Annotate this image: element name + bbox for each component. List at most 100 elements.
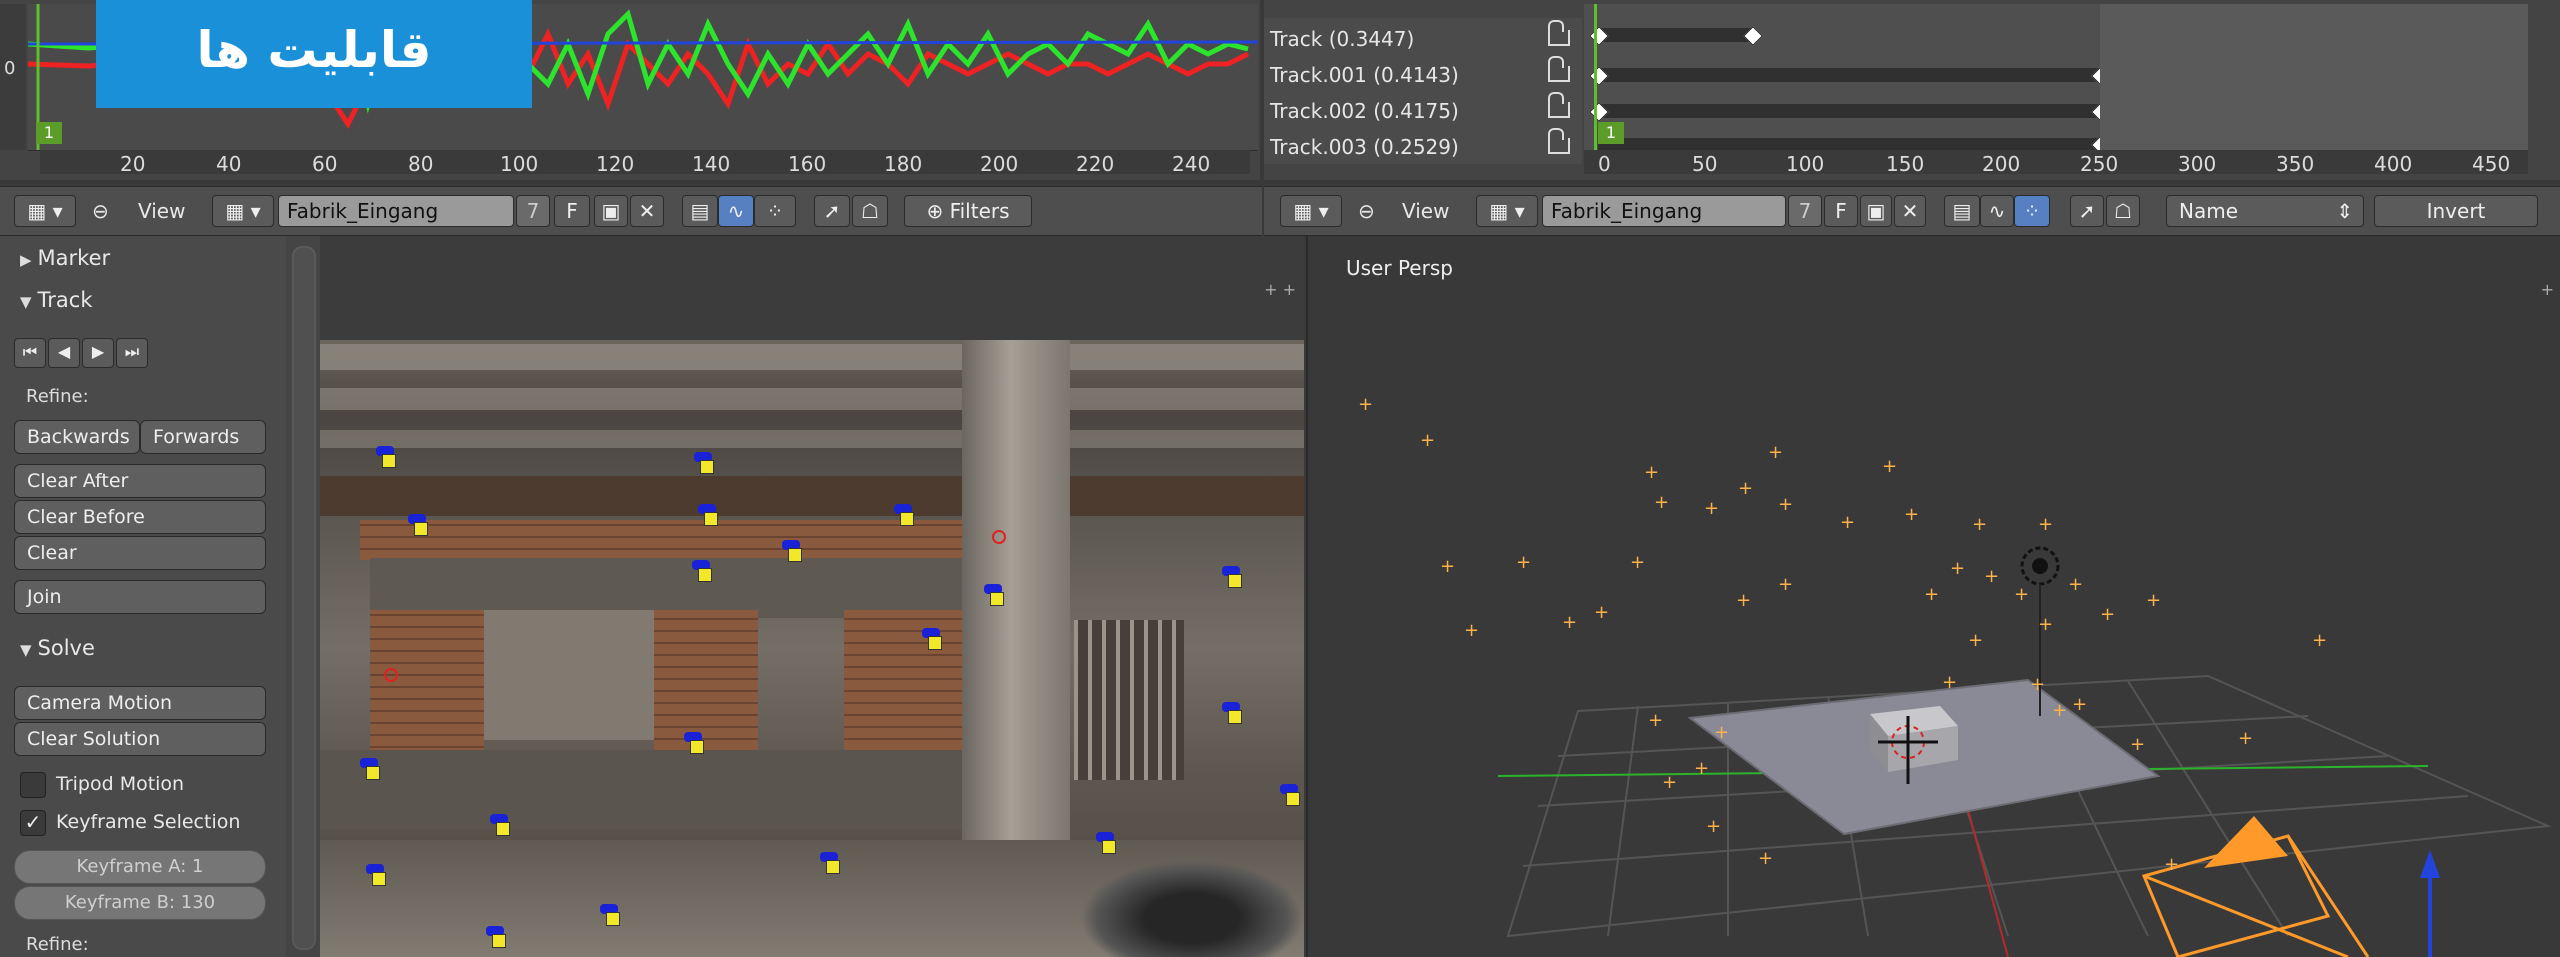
tools-panel-scrollbar[interactable] [286, 236, 320, 957]
refine-forwards-button[interactable]: Forwards [140, 420, 266, 454]
disabled-marker[interactable] [384, 668, 398, 682]
solve-section-header[interactable]: ▼ Solve [0, 630, 286, 666]
bundle-point[interactable]: + [1648, 712, 1663, 730]
folder-icon[interactable]: ▣ [594, 195, 628, 227]
track-marker[interactable] [486, 926, 506, 948]
track-marker[interactable] [376, 446, 396, 468]
bundle-point[interactable]: + [1738, 480, 1753, 498]
ghost-icon[interactable]: ☖ [852, 195, 888, 227]
folder-icon[interactable]: ▣ [1860, 195, 1892, 227]
select-cursor-icon[interactable]: ➚ [814, 195, 850, 227]
bundle-point[interactable]: + [1630, 554, 1645, 572]
track-marker[interactable] [782, 540, 802, 562]
bundle-point[interactable]: + [2068, 576, 2083, 594]
curve-view-icon[interactable]: ∿ [718, 195, 754, 227]
track-marker[interactable] [922, 628, 942, 650]
close-icon[interactable]: ✕ [1894, 195, 1926, 227]
bundle-point[interactable]: + [1942, 674, 1957, 692]
dots-view-icon[interactable]: ⁘ [2014, 195, 2050, 227]
sort-dropdown[interactable]: Name ⇕ [2166, 195, 2364, 227]
track-row[interactable]: Track.003 (0.2529) [1264, 128, 1582, 164]
ghost-icon[interactable]: ☖ [2106, 195, 2140, 227]
bundle-point[interactable]: + [2038, 616, 2053, 634]
marker-section-header[interactable]: ▶ Marker [0, 240, 286, 276]
bundle-point[interactable]: + [1924, 586, 1939, 604]
track-backward-icon[interactable]: ◀ [48, 338, 80, 368]
view-menu[interactable]: View [138, 195, 185, 227]
track-marker[interactable] [984, 584, 1004, 606]
bundle-point[interactable]: + [1882, 458, 1897, 476]
track-to-end-icon[interactable]: ⏭ [116, 338, 148, 368]
collapse-icon[interactable]: ⊖ [92, 195, 109, 227]
select-cursor-icon[interactable]: ➚ [2070, 195, 2104, 227]
bundle-point[interactable]: + [2164, 856, 2179, 874]
bundle-point[interactable]: + [1706, 818, 1721, 836]
footage-frame[interactable] [320, 340, 1304, 957]
track-marker[interactable] [1222, 566, 1242, 588]
current-frame-line[interactable] [1594, 4, 1597, 150]
view-menu[interactable]: View [1402, 195, 1449, 227]
clear-solution-button[interactable]: Clear Solution [14, 722, 266, 756]
track-marker[interactable] [600, 904, 620, 926]
clip-name-field[interactable]: Fabrik_Eingang [1542, 195, 1786, 227]
track-row[interactable]: Track.001 (0.4143) [1264, 56, 1582, 92]
track-marker[interactable] [694, 452, 714, 474]
collapse-icon[interactable]: ⊖ [1358, 195, 1375, 227]
bundle-point[interactable]: + [2030, 676, 2045, 694]
bundle-point[interactable]: + [1778, 496, 1793, 514]
track-marker[interactable] [360, 758, 380, 780]
bundle-point[interactable]: + [1654, 494, 1669, 512]
tripod-motion-checkbox[interactable] [20, 772, 46, 798]
clip-browse-button[interactable]: ▦ ▾ [1476, 195, 1538, 227]
bundle-point[interactable]: + [2146, 592, 2161, 610]
clear-before-button[interactable]: Clear Before [14, 500, 266, 534]
clear-after-button[interactable]: Clear After [14, 464, 266, 498]
bundle-point[interactable]: + [2100, 606, 2115, 624]
track-to-start-icon[interactable]: ⏮ [14, 338, 46, 368]
track-marker[interactable] [366, 864, 386, 886]
bundle-point[interactable]: + [1562, 614, 1577, 632]
3d-viewport[interactable]: User Persp + + + + + + + + + + + + + + +… [1306, 236, 2560, 957]
clip-name-field[interactable]: Fabrik_Eingang [278, 195, 514, 227]
bundle-point[interactable]: + [2238, 730, 2253, 748]
frame-view-icon[interactable]: ▤ [682, 195, 718, 227]
bundle-point[interactable]: + [2130, 736, 2145, 754]
bundle-point[interactable]: + [1420, 432, 1435, 450]
filters-button[interactable]: ⊕ Filters [904, 195, 1032, 227]
track-marker[interactable] [692, 560, 712, 582]
track-marker[interactable] [698, 504, 718, 526]
lock-icon[interactable] [1548, 92, 1570, 118]
join-button[interactable]: Join [14, 580, 266, 614]
bundle-point[interactable]: + [2312, 632, 2327, 650]
clip-browse-button[interactable]: ▦ ▾ [212, 195, 274, 227]
track-marker[interactable] [1222, 702, 1242, 724]
disabled-marker[interactable] [992, 530, 1006, 544]
track-row[interactable]: Track (0.3447) [1264, 20, 1582, 56]
bundle-point[interactable]: + [2072, 696, 2087, 714]
track-marker[interactable] [894, 504, 914, 526]
camera-motion-button[interactable]: Camera Motion [14, 686, 266, 720]
region-expand-icon[interactable]: + + [1264, 280, 1296, 299]
bundle-point[interactable]: + [1464, 622, 1479, 640]
curve-view-icon[interactable]: ∿ [1980, 195, 2014, 227]
bundle-point[interactable]: + [1440, 558, 1455, 576]
bundle-point[interactable]: + [1358, 396, 1373, 414]
editor-type-button[interactable]: ▦ ▾ [14, 195, 76, 227]
bundle-point[interactable]: + [1736, 592, 1751, 610]
clear-button[interactable]: Clear [14, 536, 266, 570]
fake-user-button[interactable]: F [1824, 195, 1858, 227]
dots-view-icon[interactable]: ⁘ [754, 195, 796, 227]
bundle-point[interactable]: + [1662, 774, 1677, 792]
track-section-header[interactable]: ▼ Track [0, 282, 286, 318]
fake-user-button[interactable]: F [554, 195, 590, 227]
bundle-point[interactable]: + [2014, 586, 2029, 604]
bundle-point[interactable]: + [1704, 500, 1719, 518]
track-forward-icon[interactable]: ▶ [82, 338, 114, 368]
lock-icon[interactable] [1548, 20, 1570, 46]
bundle-point[interactable]: + [1694, 760, 1709, 778]
track-marker[interactable] [408, 514, 428, 536]
bundle-point[interactable]: + [1644, 464, 1659, 482]
refine-backwards-button[interactable]: Backwards [14, 420, 140, 454]
frame-view-icon[interactable]: ▤ [1944, 195, 1980, 227]
bundle-point[interactable]: + [1904, 506, 1919, 524]
